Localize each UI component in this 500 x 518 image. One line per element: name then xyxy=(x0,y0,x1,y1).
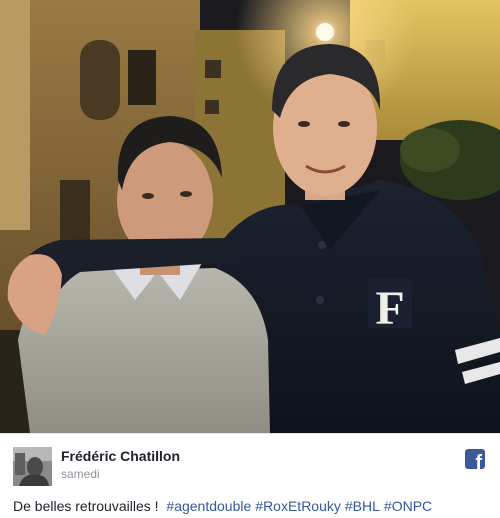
post-photo[interactable]: F A&F xyxy=(0,0,500,433)
hashtag-link[interactable]: #agentdouble xyxy=(166,498,251,514)
photo-illustration: F A&F xyxy=(0,0,500,433)
facebook-post-embed: F A&F Frédéric Chatillon samedi f De bel… xyxy=(0,0,500,518)
jacket-logo-af: A&F xyxy=(373,285,390,294)
author-name[interactable]: Frédéric Chatillon xyxy=(61,448,180,464)
hashtag-link[interactable]: #ONPC xyxy=(384,498,432,514)
facebook-icon[interactable]: f xyxy=(465,449,485,469)
hashtag-link[interactable]: #RoxEtRouky xyxy=(255,498,341,514)
post-caption: De belles retrouvailles ! #agentdouble #R… xyxy=(13,498,488,514)
post-timestamp[interactable]: samedi xyxy=(61,467,100,481)
post-footer: Frédéric Chatillon samedi f De belles re… xyxy=(0,433,500,518)
hashtag-list: #agentdouble #RoxEtRouky #BHL #ONPC xyxy=(166,498,432,514)
avatar-image xyxy=(13,447,52,486)
caption-text: De belles retrouvailles ! xyxy=(13,498,159,514)
hashtag-link[interactable]: #BHL xyxy=(345,498,380,514)
author-avatar[interactable] xyxy=(13,447,52,486)
